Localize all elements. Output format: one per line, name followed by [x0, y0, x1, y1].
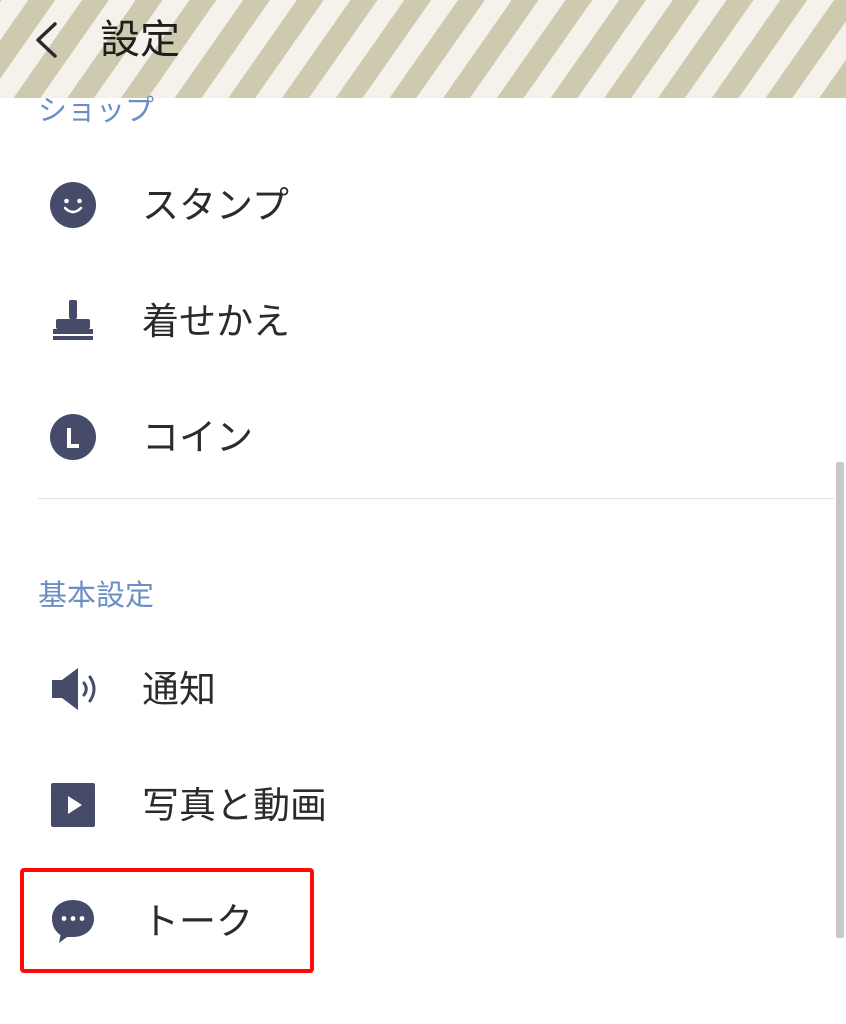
menu-item-label: 写真と動画 [142, 784, 327, 827]
speaker-icon [50, 666, 96, 712]
menu-item-label: スタンプ [142, 184, 289, 227]
page-title: 設定 [100, 17, 180, 63]
section-title-shop: ショップ [38, 93, 155, 127]
menu-item-label: コイン [142, 416, 253, 459]
menu-item-label: 通知 [142, 668, 216, 711]
menu-item-notifications[interactable]: 通知 [0, 630, 834, 746]
menu-item-themes[interactable]: 着せかえ [0, 262, 834, 378]
coin-icon [50, 414, 96, 460]
back-button[interactable] [22, 10, 78, 70]
brush-icon [50, 298, 96, 344]
menu-item-label: トーク [142, 900, 253, 943]
scrollbar[interactable] [836, 462, 844, 938]
chevron-left-icon [36, 22, 57, 58]
play-icon [51, 783, 97, 829]
menu-item-label: 着せかえ [142, 300, 290, 343]
smiley-icon [50, 182, 96, 228]
menu-item-photos-videos[interactable]: 写真と動画 [0, 746, 834, 862]
chat-bubble-icon [50, 898, 96, 944]
menu-item-stamps[interactable]: スタンプ [0, 146, 834, 262]
section-divider [38, 498, 834, 499]
app-header: 設定 [0, 0, 846, 98]
menu-item-chats[interactable]: トーク [0, 862, 834, 978]
menu-item-coins[interactable]: コイン [0, 378, 834, 494]
section-title-basic-settings: 基本設定 [38, 578, 155, 612]
